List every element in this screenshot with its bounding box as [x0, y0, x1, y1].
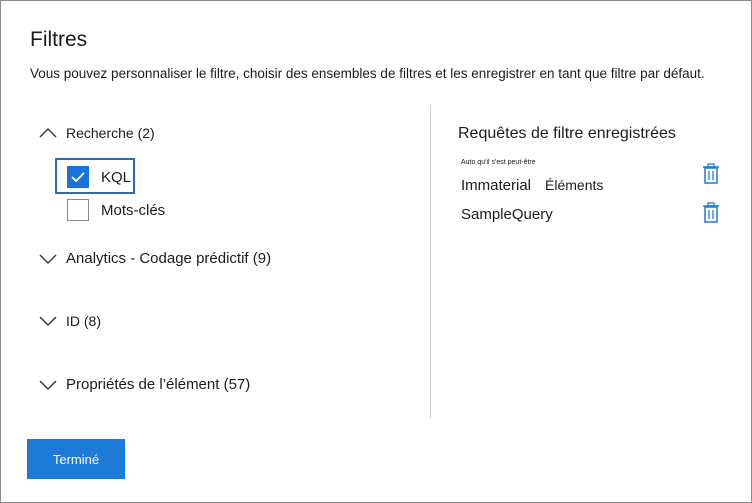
saved-queries-note: Auto qu'il s'est peut-être: [461, 159, 536, 166]
chevron-down-icon: [38, 315, 58, 327]
chevron-up-icon: [38, 127, 58, 139]
mots-cles-option[interactable]: Mots-clés: [67, 199, 165, 221]
filters-dialog: Filtres Vous pouvez personnaliser le fil…: [0, 0, 752, 503]
column-divider: [430, 105, 431, 419]
group-id[interactable]: ID (8): [38, 313, 101, 329]
kql-option[interactable]: KQL: [67, 166, 131, 188]
chevron-down-icon: [38, 253, 58, 265]
group-label: Propriétés de l’élément (57): [66, 376, 251, 393]
group-label: ID (8): [66, 313, 101, 329]
trash-icon[interactable]: [701, 202, 721, 224]
saved-query-name: SampleQuery: [461, 206, 553, 223]
trash-icon[interactable]: [701, 163, 721, 185]
group-proprietes[interactable]: Propriétés de l’élément (57): [38, 376, 250, 393]
dialog-description: Vous pouvez personnaliser le filtre, cho…: [30, 66, 705, 81]
dialog-title: Filtres: [30, 28, 88, 51]
chevron-down-icon: [38, 379, 58, 391]
group-recherche[interactable]: Recherche (2): [38, 125, 155, 141]
saved-query-item[interactable]: Immaterial Éléments: [461, 177, 603, 194]
saved-query-sub: Éléments: [545, 177, 604, 193]
saved-queries-title: Requêtes de filtre enregistrées: [458, 125, 676, 142]
mots-cles-label: Mots-clés: [101, 201, 166, 219]
kql-label: KQL: [101, 168, 132, 186]
kql-checkbox[interactable]: [67, 166, 89, 188]
done-button[interactable]: Terminé: [27, 439, 125, 479]
checkmark-icon: [71, 172, 85, 183]
group-label: Recherche (2): [66, 125, 155, 141]
group-analytics[interactable]: Analytics - Codage prédictif (9): [38, 250, 271, 267]
saved-query-name: Immaterial: [461, 177, 532, 194]
mots-cles-checkbox[interactable]: [67, 199, 89, 221]
group-label: Analytics - Codage prédictif (9): [66, 250, 272, 267]
saved-query-item[interactable]: SampleQuery: [461, 206, 553, 223]
